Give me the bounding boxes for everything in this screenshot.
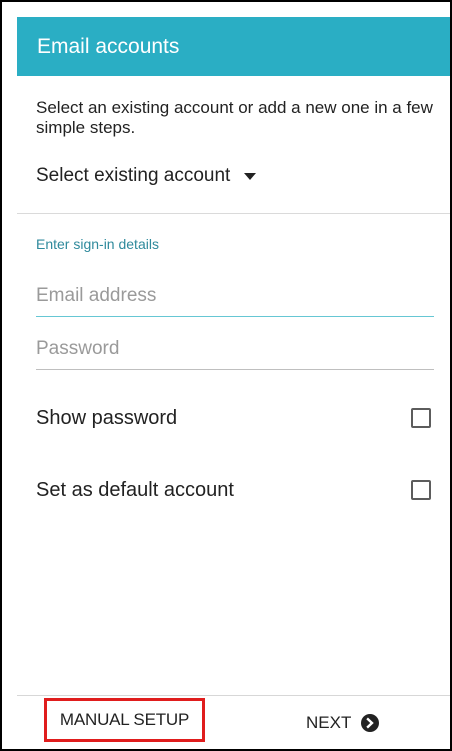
intro-description: Select an existing account or add a new …: [36, 98, 433, 137]
manual-setup-button[interactable]: MANUAL SETUP: [44, 698, 205, 742]
set-default-account-label: Set as default account: [36, 478, 234, 501]
select-existing-account-dropdown[interactable]: Select existing account: [36, 162, 257, 190]
sign-in-section-label: Enter sign-in details: [36, 236, 159, 252]
title-bar: Email accounts: [17, 17, 450, 76]
dropdown-arrow-icon: [244, 172, 257, 180]
next-button[interactable]: NEXT: [306, 705, 380, 741]
set-default-account-checkbox[interactable]: [411, 480, 431, 500]
set-default-account-option[interactable]: Set as default account: [36, 472, 432, 508]
section-divider: [17, 213, 450, 214]
show-password-label: Show password: [36, 406, 178, 429]
manual-setup-label: MANUAL SETUP: [59, 710, 190, 729]
email-setup-screen: Email accounts Select an existing accoun…: [0, 0, 452, 751]
email-field-container: [36, 278, 434, 317]
show-password-checkbox[interactable]: [411, 408, 431, 428]
page-title: Email accounts: [37, 34, 180, 58]
chevron-right-circle-icon: [361, 714, 380, 732]
password-field-container: [36, 331, 434, 370]
email-address-input[interactable]: [36, 278, 434, 314]
account-select-label: Select existing account: [36, 165, 231, 186]
show-password-option[interactable]: Show password: [36, 400, 432, 436]
password-input[interactable]: [36, 331, 434, 367]
next-label: NEXT: [306, 713, 352, 732]
